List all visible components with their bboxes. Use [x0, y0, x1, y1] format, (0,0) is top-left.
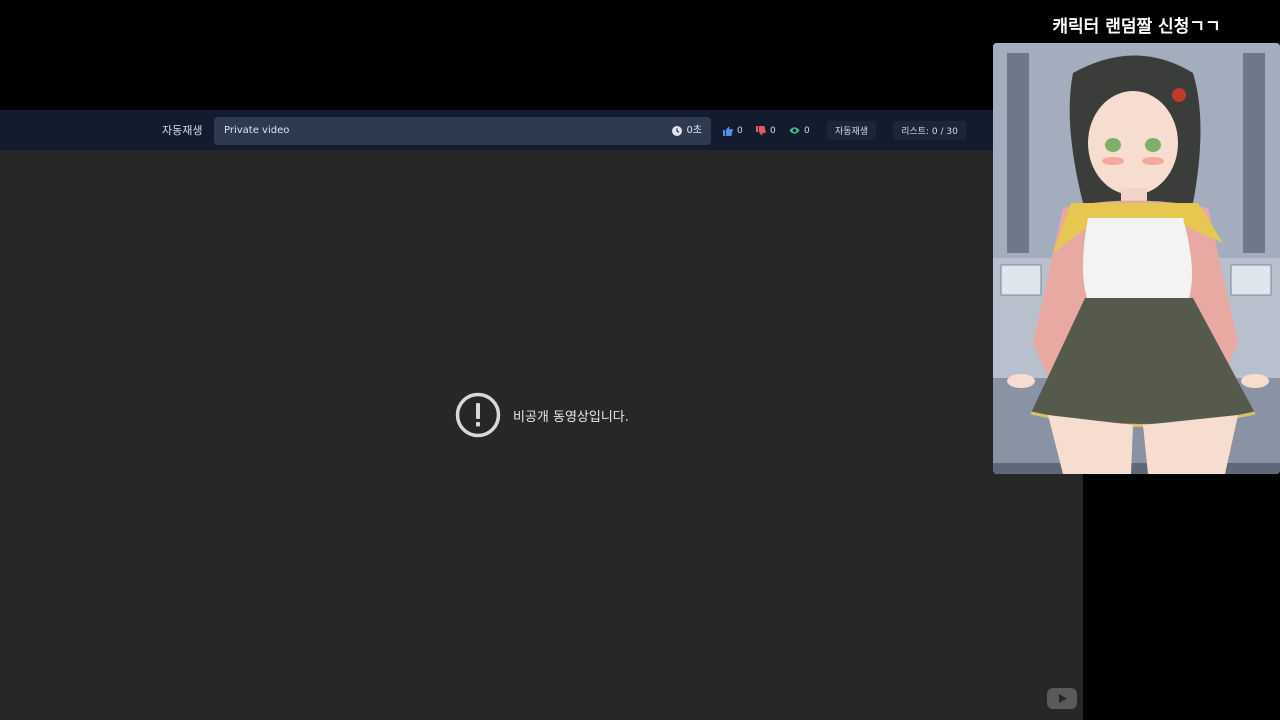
autoplay-button[interactable]: 자동재생 [827, 121, 876, 140]
youtube-logo-icon[interactable] [1047, 688, 1077, 709]
character-illustration [993, 43, 1280, 474]
alert-circle-icon [455, 392, 501, 438]
like-count[interactable]: 0 [723, 110, 743, 151]
private-video-message: 비공개 동영상입니다. [455, 392, 629, 438]
duration: 0초 [672, 117, 702, 145]
clock-icon [672, 126, 683, 136]
duration-text: 0초 [686, 125, 702, 136]
dislike-count-text: 0 [770, 125, 776, 136]
promo-image[interactable] [993, 43, 1280, 474]
view-count-text: 0 [804, 125, 810, 136]
promo-title: 캐릭터 랜덤짤 신청ㄱㄱ [1052, 17, 1221, 37]
eye-icon [789, 127, 800, 134]
app-root: 자동재생 Private video 0초 0 0 0 자동재생 리스트: 0 … [0, 0, 1280, 720]
video-title-field[interactable]: Private video 0초 [214, 117, 711, 145]
autoplay-label: 자동재생 [162, 124, 203, 137]
view-count: 0 [789, 110, 810, 151]
thumbs-up-icon [723, 126, 733, 136]
playlist-counter[interactable]: 리스트: 0 / 30 [893, 121, 966, 140]
video-title-text: Private video [224, 125, 290, 136]
thumbs-down-icon [756, 125, 766, 135]
like-count-text: 0 [737, 125, 743, 136]
dislike-count[interactable]: 0 [756, 110, 776, 151]
video-player[interactable]: 비공개 동영상입니다. [0, 151, 1083, 720]
private-video-text: 비공개 동영상입니다. [513, 409, 629, 425]
